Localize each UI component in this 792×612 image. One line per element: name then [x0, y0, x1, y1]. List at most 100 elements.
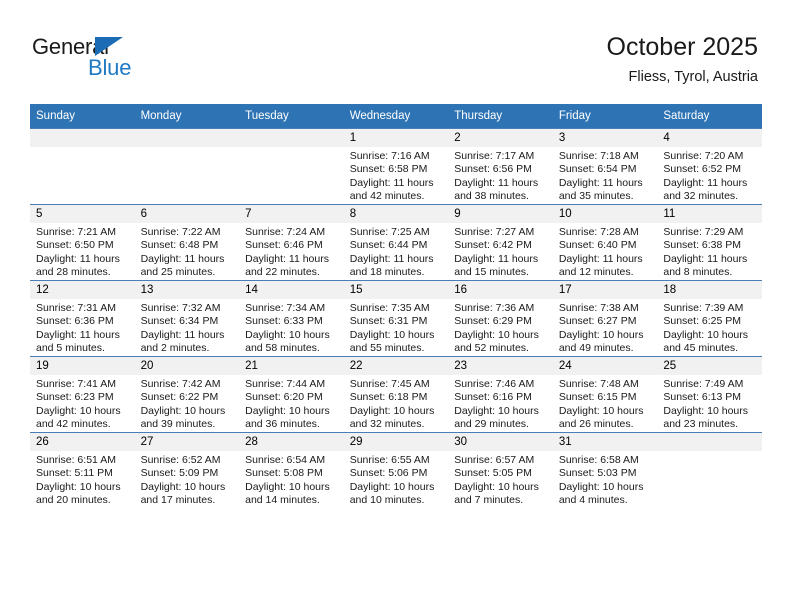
day-info: Sunrise: 7:27 AM Sunset: 6:42 PM Daylight:…: [448, 223, 553, 280]
day-cell[interactable]: 26 Sunrise: 6:51 AM Sunset: 5:11 PM Dayligh…: [30, 432, 135, 509]
day-cell[interactable]: 8 Sunrise: 7:25 AM Sunset: 6:44 PM Daylight…: [343, 204, 449, 281]
sunset-text: Sunset: 6:46 PM: [245, 239, 323, 252]
day-cell[interactable]: 6 Sunrise: 7:22 AM Sunset: 6:48 PM Daylight…: [134, 204, 240, 281]
day-number: 30: [448, 433, 553, 451]
day-cell[interactable]: [239, 128, 344, 205]
daylight-text-line1: Daylight: 11 hours: [36, 252, 120, 265]
sunset-text: Sunset: 6:29 PM: [454, 315, 532, 328]
day-cell[interactable]: 2 Sunrise: 7:17 AM Sunset: 6:56 PM Daylight…: [448, 128, 553, 205]
sunrise-text: Sunrise: 7:39 AM: [663, 302, 744, 314]
daylight-text-line2: and 14 minutes.: [245, 494, 320, 507]
day-cell[interactable]: 27 Sunrise: 6:52 AM Sunset: 5:09 PM Dayligh…: [134, 432, 240, 509]
day-cell[interactable]: 29 Sunrise: 6:55 AM Sunset: 5:06 PM Dayligh…: [343, 432, 449, 509]
daylight-text-line2: and 28 minutes.: [36, 266, 111, 279]
day-cell[interactable]: 10 Sunrise: 7:28 AM Sunset: 6:40 PM Dayligh…: [552, 204, 658, 281]
day-cell[interactable]: 15 Sunrise: 7:35 AM Sunset: 6:31 PM Dayligh…: [343, 280, 449, 357]
day-cell[interactable]: 3 Sunrise: 7:18 AM Sunset: 6:54 PM Daylight…: [552, 128, 658, 205]
daylight-text-line1: Daylight: 11 hours: [245, 252, 329, 265]
sunset-text: Sunset: 6:42 PM: [454, 239, 532, 252]
day-cell[interactable]: 28 Sunrise: 6:54 AM Sunset: 5:08 PM Dayligh…: [239, 432, 344, 509]
day-cell[interactable]: 12 Sunrise: 7:31 AM Sunset: 6:36 PM Dayligh…: [30, 280, 135, 357]
day-number: 8: [343, 205, 449, 223]
day-info: Sunrise: 7:22 AM Sunset: 6:48 PM Daylight:…: [135, 223, 240, 280]
daylight-text-line2: and 17 minutes.: [140, 494, 216, 507]
daylight-text-line1: Daylight: 10 hours: [245, 480, 330, 493]
day-cell[interactable]: 5 Sunrise: 7:21 AM Sunset: 6:50 PM Daylight…: [30, 204, 135, 281]
sunset-text: Sunset: 6:38 PM: [663, 239, 742, 252]
day-cell[interactable]: 9 Sunrise: 7:27 AM Sunset: 6:42 PM Daylight…: [448, 204, 553, 281]
brand-logo[interactable]: General Blue: [32, 36, 262, 88]
day-cell[interactable]: [30, 128, 135, 205]
weekday-header-wednesday: Wednesday: [343, 104, 449, 129]
sunrise-text: Sunrise: 6:54 AM: [245, 454, 326, 466]
day-cell[interactable]: 22 Sunrise: 7:45 AM Sunset: 6:18 PM Dayligh…: [343, 356, 449, 433]
day-number: [30, 129, 135, 147]
sunset-text: Sunset: 6:50 PM: [36, 239, 114, 252]
daylight-text-line1: Daylight: 11 hours: [140, 252, 225, 265]
daylight-text-line2: and 58 minutes.: [245, 342, 320, 355]
daylight-text-line2: and 39 minutes.: [140, 418, 216, 431]
day-info: Sunrise: 6:52 AM Sunset: 5:09 PM Daylight:…: [135, 451, 240, 508]
sunset-text: Sunset: 6:22 PM: [140, 391, 219, 404]
sunset-text: Sunset: 6:15 PM: [558, 391, 637, 404]
day-cell[interactable]: 19 Sunrise: 7:41 AM Sunset: 6:23 PM Dayligh…: [30, 356, 135, 433]
daylight-text-line2: and 10 minutes.: [349, 494, 425, 507]
sunset-text: Sunset: 5:08 PM: [245, 467, 323, 480]
day-cell[interactable]: [657, 432, 762, 509]
brand-name-blue: Blue: [88, 55, 132, 80]
day-cell[interactable]: 24 Sunrise: 7:48 AM Sunset: 6:15 PM Dayligh…: [552, 356, 658, 433]
day-cell[interactable]: 16 Sunrise: 7:36 AM Sunset: 6:29 PM Dayligh…: [448, 280, 553, 357]
calendar-page: General Blue October 2025 Fliess, Tyrol,…: [0, 0, 792, 612]
sunset-text: Sunset: 6:27 PM: [558, 315, 637, 328]
day-cell[interactable]: 13 Sunrise: 7:32 AM Sunset: 6:34 PM Dayligh…: [134, 280, 240, 357]
day-number: 17: [552, 281, 658, 299]
day-cell[interactable]: 25 Sunrise: 7:49 AM Sunset: 6:13 PM Dayligh…: [657, 356, 762, 433]
day-info: Sunrise: 7:21 AM Sunset: 6:50 PM Daylight:…: [30, 223, 135, 280]
day-cell[interactable]: 18 Sunrise: 7:39 AM Sunset: 6:25 PM Dayligh…: [657, 280, 762, 357]
sunset-text: Sunset: 5:09 PM: [140, 467, 219, 480]
day-cell[interactable]: 30 Sunrise: 6:57 AM Sunset: 5:05 PM Dayligh…: [448, 432, 553, 509]
daylight-text-line1: Daylight: 11 hours: [558, 176, 643, 189]
daylight-text-line1: Daylight: 11 hours: [36, 328, 120, 341]
day-cell[interactable]: 4 Sunrise: 7:20 AM Sunset: 6:52 PM Daylight…: [657, 128, 762, 205]
sunrise-text: Sunrise: 7:45 AM: [349, 378, 430, 390]
daylight-text-line2: and 32 minutes.: [663, 190, 739, 203]
day-number: 31: [552, 433, 658, 451]
day-info: Sunrise: 7:34 AM Sunset: 6:33 PM Daylight:…: [239, 299, 344, 356]
sunrise-text: Sunrise: 6:55 AM: [349, 454, 430, 466]
calendar-header-row: Sunday Monday Tuesday Wednesday Thursday…: [30, 104, 762, 129]
sunrise-text: Sunrise: 6:51 AM: [36, 454, 116, 466]
day-cell[interactable]: 7 Sunrise: 7:24 AM Sunset: 6:46 PM Daylight…: [239, 204, 344, 281]
daylight-text-line1: Daylight: 10 hours: [36, 404, 121, 417]
sunrise-text: Sunrise: 7:34 AM: [245, 302, 326, 314]
sunrise-text: Sunrise: 7:17 AM: [454, 150, 535, 162]
day-number: [239, 129, 344, 147]
day-info: Sunrise: 6:57 AM Sunset: 5:05 PM Daylight:…: [448, 451, 553, 508]
day-number: 5: [30, 205, 135, 223]
day-number: 13: [134, 281, 240, 299]
daylight-text-line1: Daylight: 10 hours: [36, 480, 121, 493]
day-cell[interactable]: 14 Sunrise: 7:34 AM Sunset: 6:33 PM Dayligh…: [239, 280, 344, 357]
day-cell[interactable]: 1 Sunrise: 7:16 AM Sunset: 6:58 PM Daylight…: [343, 128, 449, 205]
daylight-text-line2: and 8 minutes.: [663, 266, 733, 279]
sunrise-text: Sunrise: 7:20 AM: [663, 150, 744, 162]
day-number: 19: [30, 357, 135, 375]
day-cell[interactable]: 17 Sunrise: 7:38 AM Sunset: 6:27 PM Dayligh…: [552, 280, 658, 357]
day-number: 20: [134, 357, 240, 375]
day-cell[interactable]: 21 Sunrise: 7:44 AM Sunset: 6:20 PM Dayligh…: [239, 356, 344, 433]
day-cell[interactable]: 11 Sunrise: 7:29 AM Sunset: 6:38 PM Dayligh…: [657, 204, 762, 281]
sunrise-text: Sunrise: 7:31 AM: [36, 302, 116, 314]
day-cell[interactable]: 23 Sunrise: 7:46 AM Sunset: 6:16 PM Dayligh…: [448, 356, 553, 433]
daylight-text-line2: and 12 minutes.: [558, 266, 634, 279]
day-info: Sunrise: 7:49 AM Sunset: 6:13 PM Daylight:…: [657, 375, 762, 432]
daylight-text-line2: and 26 minutes.: [558, 418, 634, 431]
sunrise-text: Sunrise: 7:27 AM: [454, 226, 535, 238]
day-cell[interactable]: [134, 128, 240, 205]
day-info: Sunrise: 6:54 AM Sunset: 5:08 PM Daylight:…: [239, 451, 344, 508]
day-info: Sunrise: 6:55 AM Sunset: 5:06 PM Daylight:…: [344, 451, 449, 508]
day-info: [135, 147, 240, 150]
day-cell[interactable]: 31 Sunrise: 6:58 AM Sunset: 5:03 PM Dayligh…: [552, 432, 658, 509]
sunrise-text: Sunrise: 7:25 AM: [349, 226, 430, 238]
day-info: Sunrise: 7:48 AM Sunset: 6:15 PM Daylight:…: [553, 375, 658, 432]
day-cell[interactable]: 20 Sunrise: 7:42 AM Sunset: 6:22 PM Dayligh…: [134, 356, 240, 433]
